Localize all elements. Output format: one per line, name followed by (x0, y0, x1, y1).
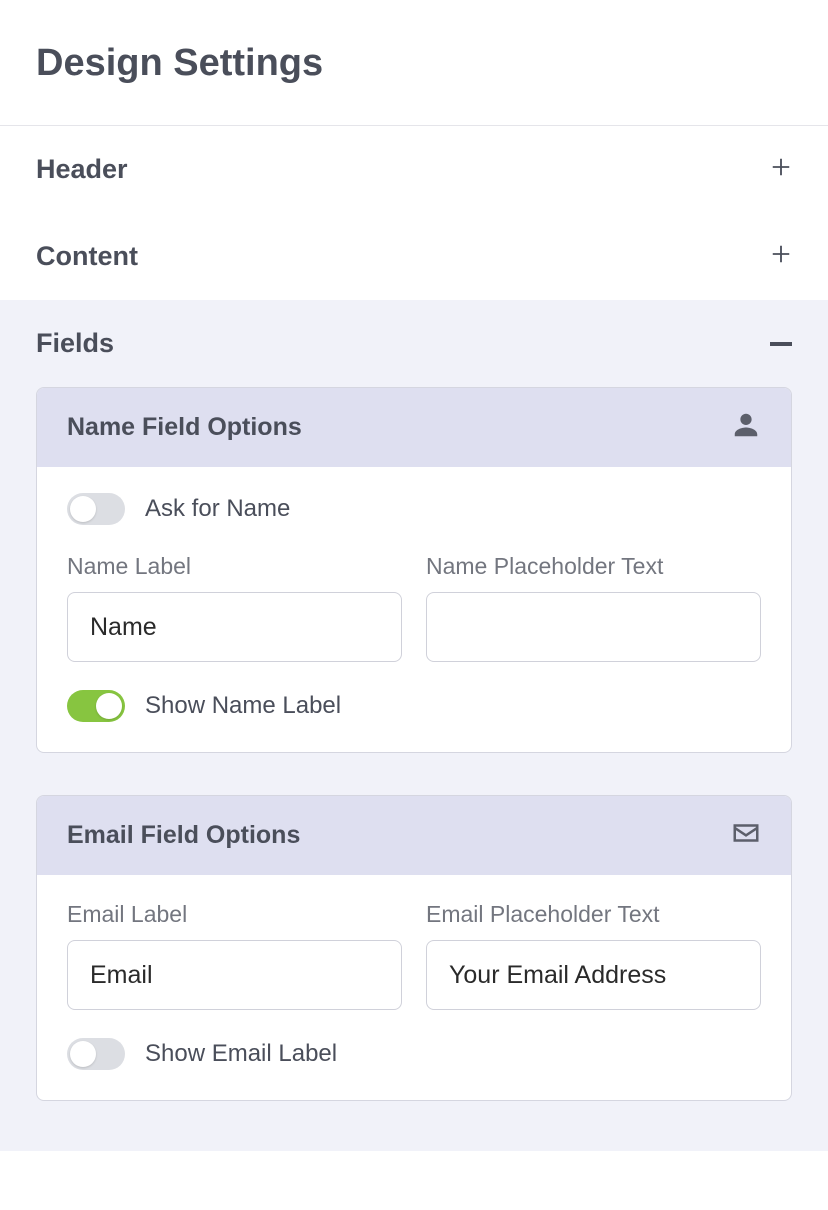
person-icon (731, 410, 761, 445)
name-field-row: Name Label Name Placeholder Text (67, 553, 761, 662)
show-email-label-label: Show Email Label (145, 1040, 337, 1068)
name-field-options-card: Name Field Options Ask for Name Name Lab… (36, 387, 792, 753)
email-placeholder-field-label: Email Placeholder Text (426, 901, 761, 928)
section-header-row-header[interactable]: Header (0, 126, 828, 213)
email-label-field-label: Email Label (67, 901, 402, 928)
section-title-fields: Fields (36, 328, 114, 359)
show-email-label-toggle[interactable] (67, 1038, 125, 1070)
name-label-input[interactable] (67, 592, 402, 662)
name-placeholder-field-col: Name Placeholder Text (426, 553, 761, 662)
email-field-row: Email Label Email Placeholder Text (67, 901, 761, 1010)
email-placeholder-input[interactable] (426, 940, 761, 1010)
ask-for-name-row: Ask for Name (67, 493, 761, 525)
show-name-label-row: Show Name Label (67, 690, 761, 722)
section-content: Content (0, 213, 828, 300)
section-title-header: Header (36, 154, 128, 185)
section-header-row-content[interactable]: Content (0, 213, 828, 300)
card-body-name: Ask for Name Name Label Name Placeholder… (37, 467, 791, 752)
show-name-label-toggle[interactable] (67, 690, 125, 722)
card-header-name: Name Field Options (37, 388, 791, 467)
card-title-email: Email Field Options (67, 821, 300, 850)
toggle-knob (96, 693, 122, 719)
section-title-content: Content (36, 241, 138, 272)
plus-icon (770, 156, 792, 183)
email-field-options-card: Email Field Options Email Label Email Pl… (36, 795, 792, 1101)
show-email-label-row: Show Email Label (67, 1038, 761, 1070)
minus-icon (770, 342, 792, 346)
card-header-email: Email Field Options (37, 796, 791, 875)
name-label-field-col: Name Label (67, 553, 402, 662)
ask-for-name-label: Ask for Name (145, 495, 290, 523)
section-fields: Fields Name Field Options Ask for Name N… (0, 300, 828, 1151)
card-title-name: Name Field Options (67, 413, 302, 442)
plus-icon (770, 243, 792, 270)
section-header: Header (0, 126, 828, 213)
section-header-row-fields[interactable]: Fields (0, 300, 828, 387)
toggle-knob (70, 496, 96, 522)
page-title: Design Settings (0, 0, 828, 126)
toggle-knob (70, 1041, 96, 1067)
ask-for-name-toggle[interactable] (67, 493, 125, 525)
email-label-field-col: Email Label (67, 901, 402, 1010)
email-label-input[interactable] (67, 940, 402, 1010)
name-placeholder-input[interactable] (426, 592, 761, 662)
name-placeholder-field-label: Name Placeholder Text (426, 553, 761, 580)
show-name-label-label: Show Name Label (145, 692, 341, 720)
email-placeholder-field-col: Email Placeholder Text (426, 901, 761, 1010)
envelope-icon (731, 818, 761, 853)
name-label-field-label: Name Label (67, 553, 402, 580)
card-body-email: Email Label Email Placeholder Text Show … (37, 875, 791, 1100)
